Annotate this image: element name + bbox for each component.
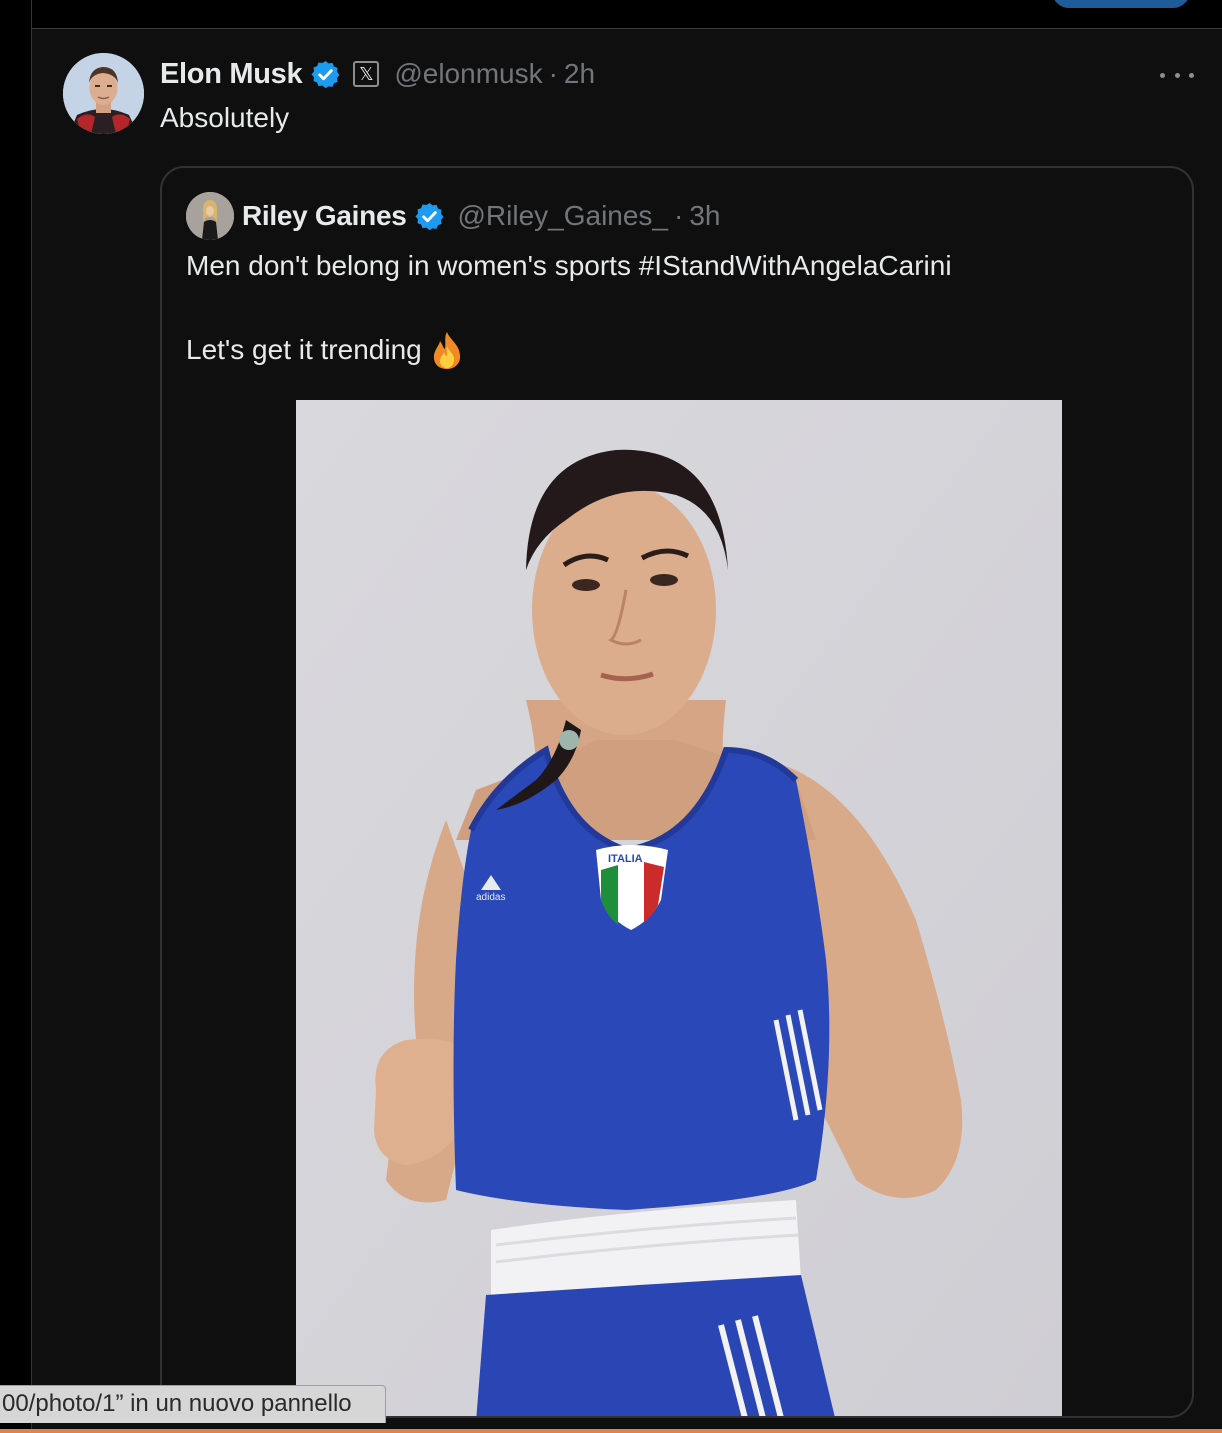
separator-dot: · bbox=[674, 200, 684, 231]
quoted-post-header: Riley Gaines @Riley_Gaines_ · 3h bbox=[242, 196, 721, 236]
quoted-author-handle[interactable]: @Riley_Gaines_ bbox=[457, 200, 668, 232]
svg-text:adidas: adidas bbox=[476, 892, 505, 903]
follow-button-partial[interactable] bbox=[1052, 0, 1190, 8]
author-name[interactable]: Elon Musk bbox=[160, 58, 303, 91]
quoted-post-timestamp[interactable]: 3h bbox=[689, 200, 720, 232]
quoted-author-name[interactable]: Riley Gaines bbox=[242, 200, 407, 232]
link-status-tooltip: 00/photo/1” in un nuovo pannello bbox=[0, 1385, 386, 1423]
quoted-post-photo[interactable]: ITALIA adidas bbox=[296, 400, 1062, 1416]
fire-icon bbox=[428, 330, 466, 370]
more-dots-icon[interactable] bbox=[1160, 70, 1194, 80]
svg-text:ITALIA: ITALIA bbox=[608, 853, 643, 865]
author-handle[interactable]: @elonmusk bbox=[394, 58, 542, 90]
left-gutter bbox=[0, 0, 31, 1433]
quoted-post-text-line-2: Let's get it trending bbox=[186, 330, 466, 370]
post-text: Absolutely bbox=[160, 102, 290, 133]
x-affiliate-badge-icon[interactable]: 𝕏 bbox=[353, 61, 380, 87]
post-timestamp[interactable]: 2h bbox=[564, 58, 595, 90]
author-avatar[interactable] bbox=[63, 53, 144, 134]
quoted-post-text-line-1: Men don't belong in women's sports #ISta… bbox=[186, 250, 952, 281]
quoted-author-avatar[interactable] bbox=[186, 192, 234, 240]
separator-dot: · bbox=[548, 58, 558, 89]
quoted-post-card[interactable]: Riley Gaines @Riley_Gaines_ · 3h Men don… bbox=[160, 166, 1194, 1418]
bottom-edge-bar bbox=[0, 1429, 1222, 1433]
previous-post-area bbox=[32, 0, 1222, 28]
verified-badge-icon bbox=[310, 59, 341, 90]
verified-badge-icon bbox=[414, 201, 445, 232]
post-header: Elon Musk 𝕏 @elonmusk · 2h bbox=[160, 54, 595, 94]
quoted-post-text: Let's get it trending bbox=[186, 334, 422, 365]
